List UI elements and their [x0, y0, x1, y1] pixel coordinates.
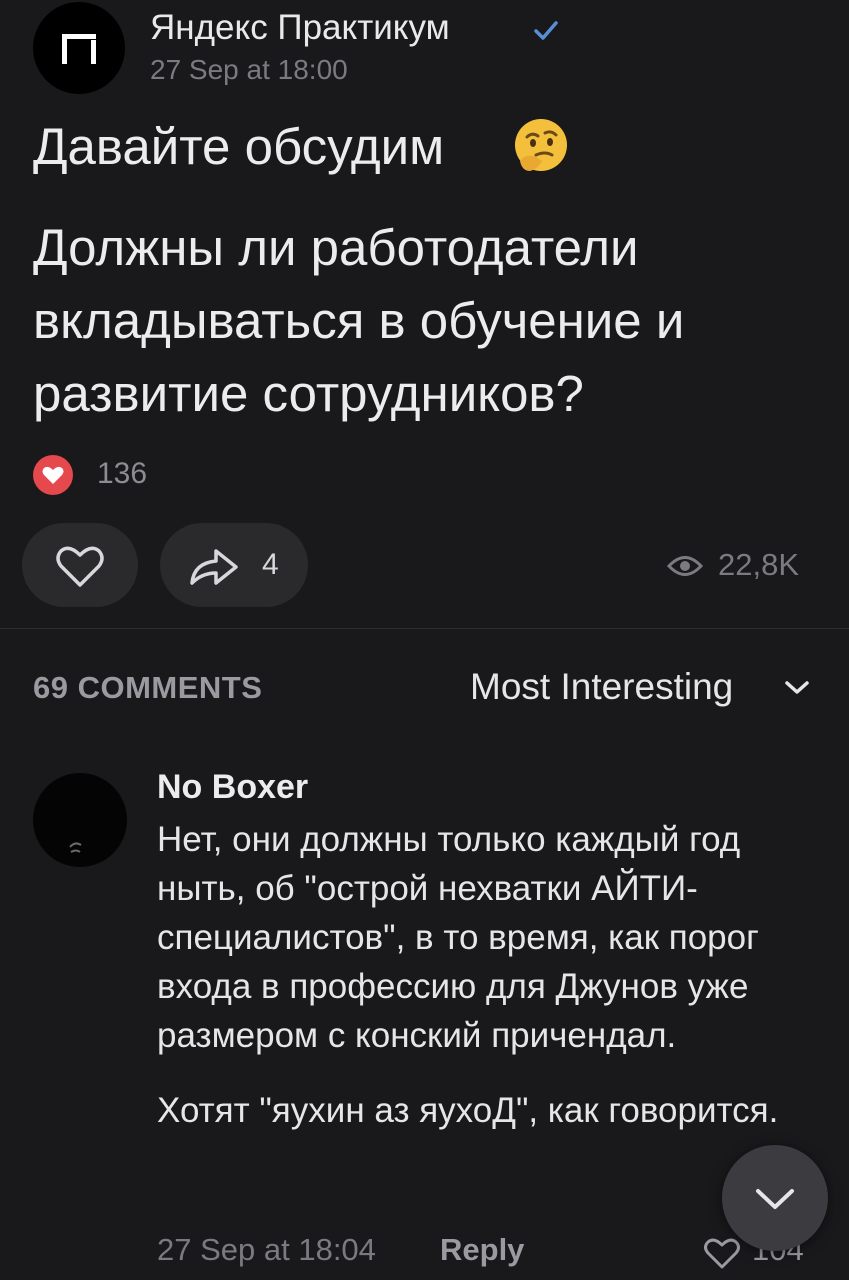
post-body: Должны ли работодатели вкладываться в об… [33, 219, 685, 422]
comment-author[interactable]: No Boxer [157, 767, 308, 807]
praktikum-logo-icon [62, 34, 96, 64]
chevron-down-icon [756, 1189, 794, 1209]
post-headline: Давайте обсудим [33, 118, 445, 175]
comment-date: 27 Sep at 18:04 [157, 1232, 376, 1267]
comments-count: 69 COMMENTS [33, 670, 263, 705]
commenter-avatar[interactable] [33, 773, 127, 867]
heart-reaction-icon[interactable] [33, 455, 73, 495]
author-name[interactable]: Яндекс Практикум [150, 8, 450, 48]
comment-body: Нет, они должны только каждый год ныть, … [157, 815, 827, 1135]
heart-outline-icon [56, 546, 104, 587]
sort-dropdown[interactable]: Most Interesting [470, 664, 733, 710]
verified-icon [534, 21, 558, 40]
share-arrow-icon [190, 549, 238, 585]
share-count: 4 [262, 548, 279, 581]
divider [0, 628, 849, 629]
post-date: 27 Sep at 18:00 [150, 54, 348, 85]
scroll-down-button[interactable] [722, 1145, 828, 1251]
like-button[interactable] [22, 523, 138, 607]
comment-paragraph: Хотят "яухин аз яухоД", как говорится. [157, 1091, 779, 1130]
thinking-face-emoji [515, 119, 567, 171]
reaction-count: 136 [97, 457, 148, 490]
comment-paragraph: Нет, они должны только каждый год ныть, … [157, 820, 759, 1055]
views-count: 22,8K [718, 547, 800, 582]
reply-button[interactable]: Reply [440, 1230, 524, 1270]
chevron-down-icon[interactable] [782, 676, 812, 698]
share-button[interactable] [160, 523, 308, 607]
eye-icon [667, 556, 703, 576]
author-avatar[interactable] [33, 2, 125, 94]
